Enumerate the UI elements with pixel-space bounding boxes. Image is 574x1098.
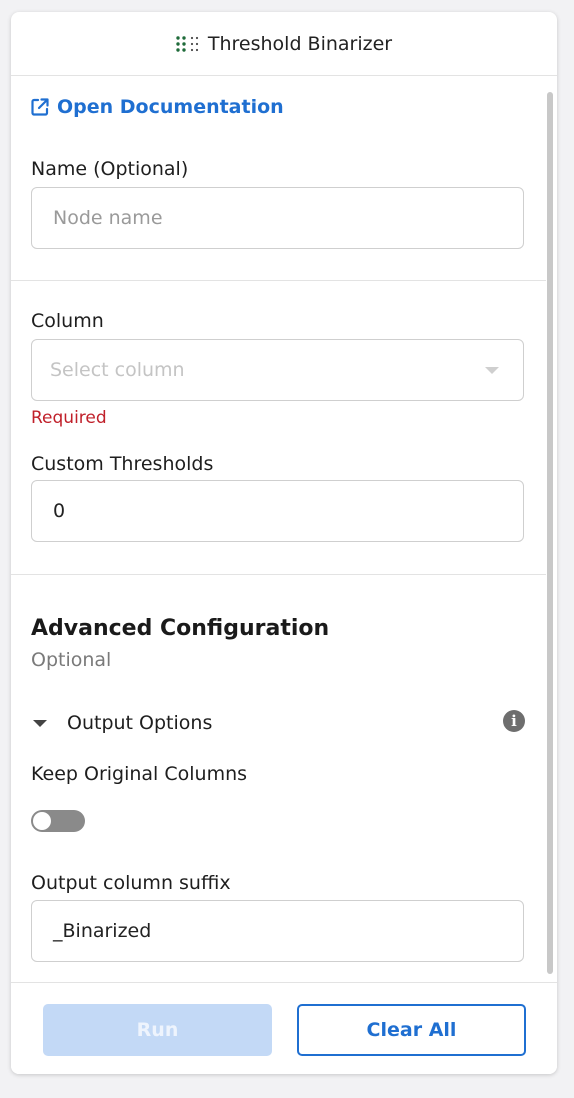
- dot-grid-icon: [176, 35, 200, 52]
- info-icon[interactable]: i: [503, 710, 525, 732]
- panel-title: Threshold Binarizer: [207, 32, 393, 55]
- column-required-error: Required: [31, 408, 107, 428]
- panel-header: Threshold Binarizer: [11, 12, 557, 76]
- column-field-label: Column: [31, 310, 104, 332]
- config-scroll-area[interactable]: Open Documentation Name (Optional) Node …: [11, 76, 557, 982]
- advanced-config-title: Advanced Configuration: [31, 616, 330, 641]
- switch-knob: [33, 812, 51, 830]
- run-button[interactable]: Run: [43, 1004, 272, 1056]
- advanced-config-subtitle: Optional: [31, 649, 112, 671]
- column-select[interactable]: Select column: [31, 339, 524, 401]
- section-divider: [11, 574, 546, 575]
- caret-down-icon: [33, 719, 47, 727]
- clear-all-button[interactable]: Clear All: [297, 1004, 526, 1056]
- keep-original-columns-switch[interactable]: [31, 810, 85, 832]
- column-select-placeholder: Select column: [50, 359, 185, 381]
- keep-original-columns-label: Keep Original Columns: [31, 763, 248, 785]
- output-options-toggle[interactable]: Output Options i: [31, 708, 525, 738]
- scrollbar[interactable]: [547, 92, 553, 974]
- output-suffix-value: _Binarized: [53, 920, 152, 942]
- name-field-label: Name (Optional): [31, 158, 189, 180]
- custom-thresholds-input[interactable]: 0: [31, 480, 524, 542]
- custom-thresholds-value: 0: [53, 500, 66, 522]
- output-suffix-label: Output column suffix: [31, 872, 231, 894]
- external-link-icon: [30, 97, 50, 117]
- name-input-placeholder: Node name: [53, 207, 163, 229]
- output-suffix-input[interactable]: _Binarized: [31, 900, 524, 962]
- node-config-panel: Threshold Binarizer Open Documentation N…: [11, 12, 557, 1074]
- open-documentation-link[interactable]: Open Documentation: [30, 96, 284, 118]
- action-footer: Run Clear All: [11, 982, 557, 1074]
- output-options-label: Output Options: [67, 712, 213, 734]
- name-input[interactable]: Node name: [31, 187, 524, 249]
- custom-thresholds-label: Custom Thresholds: [31, 453, 214, 475]
- section-divider: [11, 280, 546, 281]
- chevron-down-icon: [485, 367, 499, 374]
- open-documentation-label: Open Documentation: [57, 96, 284, 118]
